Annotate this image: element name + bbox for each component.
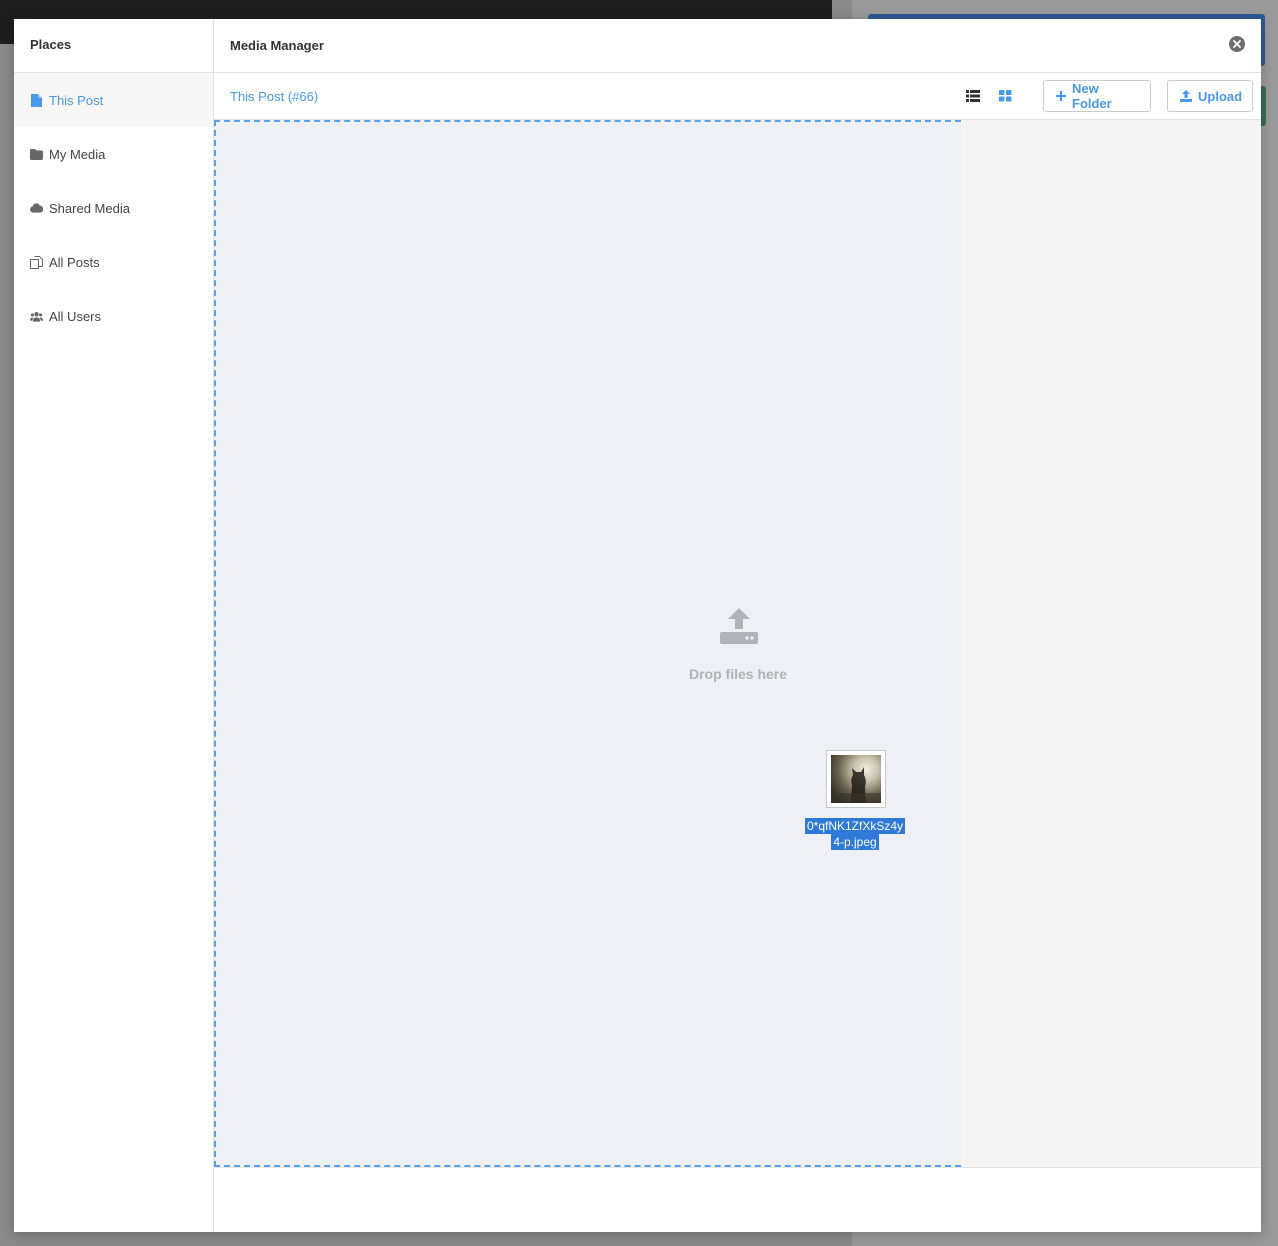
media-content-area: Drop files here 0*qfNK1ZfXkSz4y 4-p.jpeg	[214, 120, 1261, 1167]
drop-hint: Drop files here	[688, 666, 788, 682]
media-toolbar: This Post (#66) New Folder Upload	[214, 73, 1261, 120]
sidebar-item-label: Shared Media	[49, 200, 130, 216]
places-sidebar: Places This Post My Media Shared Media A…	[14, 19, 214, 1232]
users-icon	[30, 310, 43, 323]
dragged-file-name: 0*qfNK1ZfXkSz4y 4-p.jpeg	[800, 818, 910, 850]
file-thumbnail	[826, 750, 886, 808]
cloud-icon	[30, 202, 43, 215]
sidebar-item-label: My Media	[49, 146, 106, 162]
file-name-line-2: 4-p.jpeg	[831, 834, 879, 850]
cat-photo-thumbnail	[831, 755, 881, 803]
sidebar-item-label: All Posts	[49, 254, 100, 270]
sidebar-item-all-posts[interactable]: All Posts	[14, 235, 213, 289]
sidebar-item-shared-media[interactable]: Shared Media	[14, 181, 213, 235]
grid-view-icon[interactable]	[997, 87, 1015, 105]
sidebar-title: Places	[14, 19, 213, 73]
posts-icon	[30, 255, 43, 269]
close-icon[interactable]	[1229, 36, 1245, 52]
modal-header: Media Manager	[214, 19, 1261, 73]
upload-icon	[1180, 90, 1192, 102]
media-main-panel: Media Manager This Post (#66) New Folder…	[214, 19, 1261, 1232]
upload-icon	[720, 608, 758, 647]
media-manager-modal: Places This Post My Media Shared Media A…	[14, 19, 1261, 1232]
new-folder-button[interactable]: New Folder	[1043, 80, 1151, 112]
list-view-icon[interactable]	[964, 87, 982, 105]
dropzone[interactable]: Drop files here 0*qfNK1ZfXkSz4y 4-p.jpeg	[214, 120, 961, 1167]
sidebar-item-label: All Users	[49, 308, 102, 324]
plus-icon	[1056, 91, 1066, 101]
modal-footer	[214, 1167, 1261, 1232]
file-name-line-1: 0*qfNK1ZfXkSz4y	[804, 818, 906, 834]
sidebar-item-this-post[interactable]: This Post	[14, 73, 213, 127]
file-icon	[30, 93, 43, 107]
sidebar-item-all-users[interactable]: All Users	[14, 289, 213, 343]
upload-button[interactable]: Upload	[1167, 80, 1253, 112]
sidebar-item-my-media[interactable]: My Media	[14, 127, 213, 181]
upload-label: Upload	[1198, 88, 1243, 104]
new-folder-label: New Folder	[1072, 81, 1112, 111]
sidebar-item-label: This Post	[49, 92, 104, 108]
modal-title: Media Manager	[230, 38, 324, 53]
breadcrumb[interactable]: This Post (#66)	[230, 89, 318, 104]
folder-icon	[30, 148, 43, 161]
